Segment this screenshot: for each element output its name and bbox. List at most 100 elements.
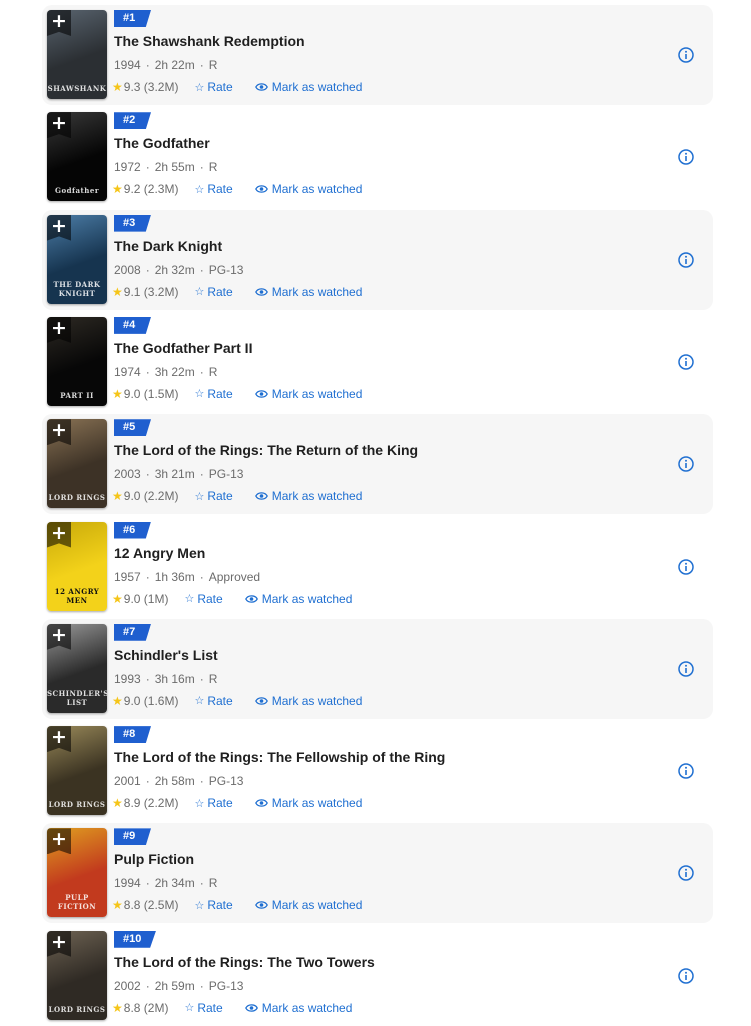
separator-dot: · — [145, 978, 150, 993]
separator-dot: · — [145, 262, 150, 277]
mark-as-watched-button[interactable]: Mark as watched — [254, 386, 363, 401]
info-circle-icon[interactable] — [678, 251, 694, 268]
movie-title[interactable]: The Godfather — [114, 135, 210, 151]
rank-badge: #8 — [114, 726, 151, 744]
watch-label: Mark as watched — [271, 386, 363, 401]
rate-button[interactable]: ☆ Rate — [194, 80, 232, 94]
list-item: Godfather + #2 The Godfather 1972 · 2h 55m… — [42, 107, 713, 207]
separator-dot: · — [145, 364, 150, 379]
info-circle-icon[interactable] — [678, 865, 694, 882]
movie-title[interactable]: The Lord of the Rings: The Fellowship of… — [114, 749, 445, 765]
list-item: LORD RINGS + #5 The Lord of the Rings: T… — [42, 414, 713, 515]
rate-button[interactable]: ☆ Rate — [194, 694, 232, 708]
separator-dot: · — [145, 160, 150, 175]
rate-label: Rate — [207, 489, 233, 504]
poster[interactable]: LORD RINGS + — [47, 726, 107, 816]
movie-certificate: PG-13 — [208, 774, 244, 789]
rate-button[interactable]: ☆ Rate — [194, 285, 232, 299]
movie-title[interactable]: The Dark Knight — [114, 238, 222, 254]
movie-title[interactable]: Pulp Fiction — [114, 851, 194, 867]
movie-title[interactable]: The Lord of the Rings: The Return of the… — [114, 442, 418, 458]
watch-label: Mark as watched — [271, 898, 363, 913]
mark-as-watched-button[interactable]: Mark as watched — [244, 592, 352, 606]
movie-runtime: 3h 22m — [154, 364, 195, 379]
list-item: SHAWSHANK + #1 The Shawshank Redemption … — [42, 5, 713, 105]
mark-as-watched-button[interactable]: Mark as watched — [254, 182, 362, 196]
poster-caption: PULP FICTION — [57, 893, 97, 912]
movie-title[interactable]: Schindler's List — [114, 647, 218, 663]
movie-title[interactable]: The Shawshank Redemption — [114, 33, 305, 49]
info-circle-icon[interactable] — [678, 456, 694, 472]
poster[interactable]: PULP FICTION + — [47, 828, 107, 918]
star-outline-icon: ☆ — [194, 183, 205, 196]
rank-badge: #2 — [114, 112, 151, 130]
movie-runtime: 2h 22m — [154, 58, 195, 72]
separator-dot: · — [199, 467, 204, 482]
watch-label: Mark as watched — [271, 80, 363, 94]
mark-as-watched-button[interactable]: Mark as watched — [254, 285, 362, 299]
poster[interactable]: Godfather + — [47, 112, 107, 202]
imdb-rating: 9.2 (2.3M) — [124, 182, 179, 196]
info-circle-icon[interactable] — [678, 149, 694, 166]
poster-caption: SCHINDLER'S LIST — [47, 688, 107, 707]
rating-value: 9.3 — [123, 80, 141, 94]
mark-as-watched-button[interactable]: Mark as watched — [254, 898, 363, 913]
rate-button[interactable]: ☆ Rate — [194, 489, 232, 503]
mark-as-watched-button[interactable]: Mark as watched — [254, 694, 362, 708]
movie-certificate: PG-13 — [208, 262, 244, 277]
separator-dot: · — [145, 467, 150, 482]
movie-title[interactable]: The Lord of the Rings: The Two Towers — [114, 954, 375, 970]
star-outline-icon: ☆ — [194, 388, 205, 401]
info-circle-icon[interactable] — [678, 47, 694, 63]
list-item: THE DARK KNIGHT + #3 The Dark Knight 200… — [42, 209, 713, 310]
rate-label: Rate — [197, 591, 223, 606]
movie-title[interactable]: The Godfather Part II — [114, 340, 252, 356]
separator-dot: · — [145, 671, 150, 686]
watch-label: Mark as watched — [271, 796, 363, 811]
rate-button[interactable]: ☆ Rate — [184, 592, 222, 606]
star-icon: ★ — [112, 693, 123, 708]
rate-button[interactable]: ☆ Rate — [194, 182, 232, 196]
rank-badge: #6 — [114, 521, 151, 539]
rate-label: Rate — [207, 796, 233, 811]
info-circle-icon[interactable] — [678, 967, 694, 984]
star-outline-icon: ☆ — [184, 593, 195, 605]
movie-actions: ★ 9.0 (1.5M) ☆ Rate Mark as watched — [112, 387, 362, 401]
rank-badge: #9 — [114, 828, 151, 846]
poster[interactable]: PART II + — [47, 316, 107, 406]
info-circle-icon[interactable] — [678, 763, 694, 779]
separator-dot: · — [199, 671, 204, 686]
info-circle-icon[interactable] — [678, 354, 694, 370]
movie-meta: 2003 · 3h 21m · PG-13 — [114, 467, 243, 481]
mark-as-watched-button[interactable]: Mark as watched — [244, 1001, 352, 1015]
rate-button[interactable]: ☆ Rate — [194, 387, 232, 401]
poster[interactable]: SHAWSHANK + — [47, 10, 107, 99]
imdb-rating: 9.0 (1M) — [124, 592, 169, 606]
movie-year: 1974 — [114, 364, 141, 379]
poster[interactable]: LORD RINGS + — [47, 930, 107, 1020]
rate-button[interactable]: ☆ Rate — [194, 898, 232, 912]
eye-icon — [254, 799, 268, 807]
poster[interactable]: 12 ANGRY MEN + — [47, 521, 107, 611]
info-circle-icon[interactable] — [678, 558, 694, 575]
rank-badge: #1 — [114, 10, 151, 27]
poster[interactable]: SCHINDLER'S LIST + — [47, 623, 107, 713]
separator-dot: · — [199, 262, 204, 277]
star-icon: ★ — [112, 796, 123, 811]
imdb-rating: 9.1 (3.2M) — [124, 285, 179, 299]
movie-certificate: PG-13 — [208, 978, 244, 993]
movie-actions: ★ 9.3 (3.2M) ☆ Rate Mark as watched — [112, 80, 362, 94]
mark-as-watched-button[interactable]: Mark as watched — [254, 796, 363, 811]
poster[interactable]: THE DARK KNIGHT + — [47, 214, 107, 304]
rate-button[interactable]: ☆ Rate — [184, 1001, 222, 1015]
mark-as-watched-button[interactable]: Mark as watched — [254, 80, 363, 94]
info-circle-icon[interactable] — [678, 661, 694, 677]
separator-dot: · — [145, 876, 150, 891]
movie-actions: ★ 9.0 (1M) ☆ Rate Mark as watched — [112, 592, 352, 606]
movie-certificate: R — [208, 160, 218, 175]
mark-as-watched-button[interactable]: Mark as watched — [254, 489, 362, 503]
rate-button[interactable]: ☆ Rate — [194, 796, 232, 810]
poster[interactable]: LORD RINGS + — [47, 419, 107, 509]
movie-title[interactable]: 12 Angry Men — [114, 545, 205, 561]
plus-icon: + — [51, 726, 67, 749]
